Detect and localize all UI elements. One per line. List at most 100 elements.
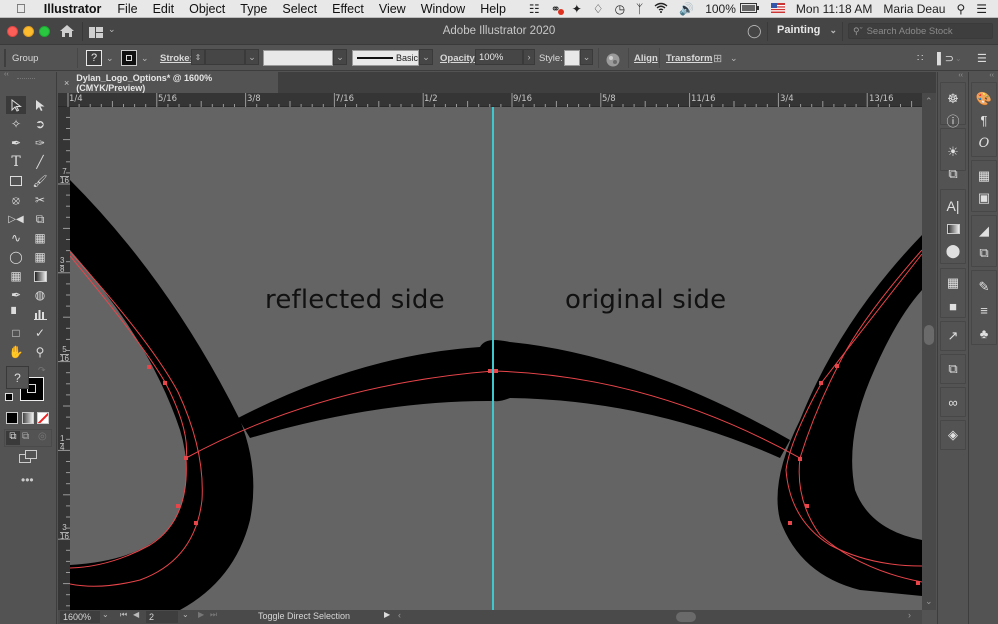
align-link[interactable]: Align <box>634 49 658 67</box>
transform-link[interactable]: Transform <box>666 49 712 67</box>
symbol-sprayer-tool[interactable]: ▘ <box>6 305 26 323</box>
draw-inside-icon[interactable]: ◎ <box>38 431 47 442</box>
vertical-scroll-thumb[interactable] <box>924 325 934 345</box>
free-transform-tool[interactable]: ▦ <box>30 229 50 247</box>
stroke-weight-dropdown[interactable]: ⌄ <box>245 49 259 65</box>
brushes-library-icon[interactable]: ▣ <box>969 188 998 208</box>
transform-panel-icon[interactable]: ▦ <box>938 273 968 293</box>
puppet-warp-icon[interactable]: ▌⊃ <box>937 49 954 67</box>
scroll-up-button[interactable]: ⌃ <box>925 96 933 107</box>
extension-icon[interactable]: ✦ <box>572 2 582 16</box>
draw-normal-icon[interactable]: ⧉ <box>6 431 20 445</box>
fill-swatch[interactable]: ? <box>86 50 102 66</box>
pen-tool[interactable]: ✒ <box>6 134 26 152</box>
status-text[interactable]: Toggle Direct Selection <box>258 611 350 621</box>
magic-wand-tool[interactable]: ✧ <box>6 115 26 133</box>
line-segment-tool[interactable]: ╱ <box>30 153 50 171</box>
vertical-scrollbar[interactable]: ⌃ ⌄ <box>922 93 936 610</box>
time-machine-icon[interactable]: ◷ <box>615 2 625 16</box>
first-artboard-button[interactable]: ⏮ <box>120 610 127 620</box>
draw-behind-icon[interactable]: ⧉ <box>22 431 29 442</box>
swap-fill-stroke-icon[interactable]: ↷ <box>38 365 46 376</box>
app-menu[interactable]: Illustrator <box>44 2 102 16</box>
opacity-expand-button[interactable]: › <box>523 49 535 65</box>
stroke-label[interactable]: Stroke: <box>160 49 193 67</box>
lasso-tool[interactable]: ➲ <box>30 115 50 133</box>
artboard-number-field[interactable]: 2 <box>146 611 178 623</box>
stroke-swatch[interactable] <box>121 50 137 66</box>
control-bar-menu-icon[interactable]: ☰ <box>977 49 987 67</box>
scroll-left-button[interactable]: ‹ <box>398 610 401 620</box>
default-fill-stroke-icon[interactable] <box>5 393 13 401</box>
horizontal-scroll-thumb[interactable] <box>676 612 696 622</box>
battery-icon[interactable] <box>739 2 760 16</box>
gradient-tool[interactable] <box>30 267 50 285</box>
perspective-grid-tool[interactable]: ▦ <box>30 248 50 266</box>
vertical-ruler[interactable]: 7 16 38 5 16 14 3 16 <box>58 107 70 610</box>
appearance-panel-icon[interactable]: ☀ <box>938 142 968 162</box>
collapse-dock-icon[interactable]: ‹‹ <box>989 72 994 79</box>
notification-center-icon[interactable]: ☰ <box>976 2 987 16</box>
arrange-documents-icon[interactable] <box>89 25 103 38</box>
tag-icon[interactable]: ♢ <box>593 2 604 16</box>
variable-width-profile[interactable] <box>263 50 333 66</box>
horizontal-ruler[interactable]: 1/4 5/16 3/8 7/16 1/2 9/16 5/8 11/16 3/4… <box>58 93 922 107</box>
swatches-panel-icon[interactable]: ▦ <box>969 166 998 186</box>
menu-effect[interactable]: Effect <box>332 2 364 16</box>
input-source-flag-icon[interactable] <box>770 2 785 16</box>
edit-toolbar-button[interactable]: ••• <box>21 473 34 487</box>
menu-select[interactable]: Select <box>282 2 317 16</box>
zoom-window-button[interactable] <box>39 26 50 37</box>
opacity-input[interactable]: 100% <box>475 49 523 65</box>
gradient-panel-icon[interactable] <box>938 219 968 239</box>
menu-type[interactable]: Type <box>240 2 267 16</box>
transparency-mask-icon[interactable]: ⧉ <box>938 164 968 184</box>
stroke-dropdown[interactable]: ⌄ <box>141 49 149 67</box>
column-graph-tool[interactable] <box>30 305 50 323</box>
apple-menu-icon[interactable]:  <box>16 1 26 16</box>
close-window-button[interactable] <box>7 26 18 37</box>
color-mode-button[interactable] <box>6 412 18 424</box>
brush-definition[interactable]: Basic <box>352 50 419 66</box>
opentype-panel-icon[interactable]: O <box>969 133 998 153</box>
graphic-style-dropdown[interactable]: ⌄ <box>580 49 593 65</box>
paragraph-panel-icon[interactable]: ¶ <box>969 110 998 130</box>
spotlight-search-icon[interactable]: ⚲ <box>956 2 965 16</box>
symbols-panel-icon[interactable]: ♣ <box>969 323 998 343</box>
volume-icon[interactable]: 🔊 <box>679 2 694 16</box>
previous-artboard-button[interactable]: ◀ <box>133 610 139 619</box>
workspace-switcher[interactable]: Painting ⌄ <box>777 24 837 36</box>
type-tool[interactable]: T <box>6 153 26 171</box>
menu-help[interactable]: Help <box>480 2 506 16</box>
collapse-toolbar-icon[interactable]: ‹‹ <box>4 71 9 78</box>
bluetooth-icon[interactable]: ᛉ <box>636 2 643 16</box>
close-tab-icon[interactable]: × <box>64 78 69 88</box>
artboard-canvas[interactable]: reflected side original side <box>70 107 922 610</box>
wifi-icon[interactable] <box>654 2 668 16</box>
reflect-tool[interactable]: ▷◀ <box>6 210 26 228</box>
gradient-mode-button[interactable] <box>22 412 34 424</box>
direct-selection-tool[interactable] <box>30 96 50 114</box>
eyedropper-tool[interactable]: ✒ <box>6 286 26 304</box>
arrange-documents-dropdown[interactable]: ⌄ <box>108 24 116 35</box>
artboard-dropdown[interactable]: ⌄ <box>182 610 189 619</box>
zoom-level-field[interactable]: 1600% <box>60 611 100 623</box>
scale-tool[interactable]: ⧉ <box>30 210 50 228</box>
zoom-tool[interactable]: ⚲ <box>30 343 50 361</box>
isolate-group-icon[interactable]: ∷ <box>917 49 923 67</box>
layers-panel-icon[interactable]: ◈ <box>938 425 968 445</box>
horizontal-scrollbar[interactable]: ‹ › <box>396 610 922 624</box>
artboards-panel-icon[interactable]: ⧉ <box>969 243 998 263</box>
pathfinder-panel-icon[interactable]: ⧉ <box>938 359 968 379</box>
home-icon[interactable] <box>59 24 75 38</box>
fill-color-box[interactable]: ? <box>6 366 29 389</box>
export-asset-icon[interactable]: ↗ <box>938 326 968 346</box>
variable-width-dropdown[interactable]: ⌄ <box>333 49 347 65</box>
fill-dropdown[interactable]: ⌄ <box>106 49 114 67</box>
blend-tool[interactable]: ◍ <box>30 286 50 304</box>
vertical-guide[interactable] <box>492 107 494 610</box>
opacity-label[interactable]: Opacity: <box>440 49 478 67</box>
user-name[interactable]: Maria Deau <box>883 2 945 16</box>
stock-search-input[interactable]: ⚲ˇ Search Adobe Stock <box>848 23 993 39</box>
collapse-dock-icon[interactable]: ‹‹ <box>958 72 963 79</box>
